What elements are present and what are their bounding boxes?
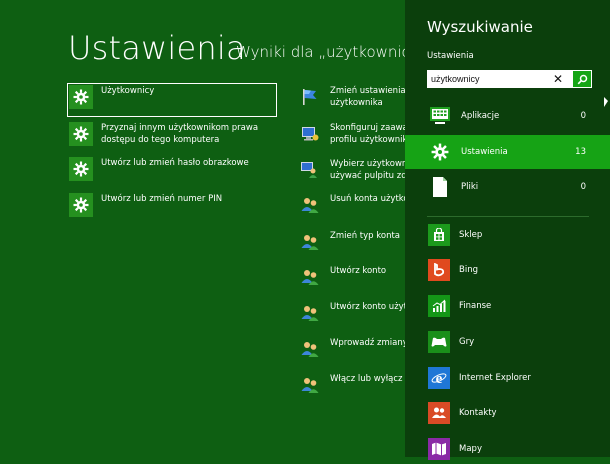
search-box: ✕ (427, 70, 592, 88)
gear-icon (69, 157, 93, 181)
results-area: Użytkownicy Przyznaj innym użytkownikom … (0, 80, 405, 457)
app-store[interactable]: Sklep (405, 220, 610, 250)
scope-count: 13 (575, 147, 586, 157)
contacts-icon (428, 402, 450, 424)
users-icon (298, 373, 322, 397)
result-label: Utwórz konto użytk (330, 302, 405, 312)
scope-count: 0 (580, 111, 586, 121)
bing-icon (428, 259, 450, 281)
search-button[interactable] (573, 71, 591, 87)
scope-label: Aplikacje (461, 111, 500, 121)
users-icon (298, 230, 322, 254)
users-icon (298, 301, 322, 325)
result-item-remove-accounts[interactable]: Usuń konta użytkow (298, 193, 405, 227)
page-title: Ustawienia (68, 29, 246, 67)
finance-icon (428, 295, 450, 317)
gear-icon (69, 122, 93, 146)
result-label: Wprowadź zmiany w (330, 338, 405, 348)
app-contacts[interactable]: Kontakty (405, 398, 610, 428)
scope-label: Ustawienia (461, 147, 508, 157)
result-item-remote-desktop[interactable]: Wybierz użytkownik używać pulpitu zdal (298, 158, 405, 192)
result-item-make-changes[interactable]: Wprowadź zmiany w (298, 337, 405, 371)
flag-icon (298, 85, 322, 109)
result-label: Zmień ustawienia fu użytkownika (330, 86, 405, 108)
scope-files[interactable]: Pliki 0 (405, 170, 610, 204)
app-label: Sklep (459, 230, 483, 240)
app-finance[interactable]: Finanse (405, 291, 610, 321)
result-item-grant-access[interactable]: Przyznaj innym użytkownikom prawa dostęp… (67, 120, 277, 154)
clear-search-button[interactable]: ✕ (549, 70, 567, 88)
app-label: Kontakty (459, 408, 497, 418)
search-scope-label: Ustawienia (427, 51, 474, 61)
svg-text:e: e (436, 371, 443, 386)
app-label: Bing (459, 265, 478, 275)
scope-apps[interactable]: Aplikacje 0 (405, 99, 610, 133)
computer-icon (298, 122, 322, 146)
result-label: Włącz lub wyłącz ko (330, 374, 405, 384)
app-label: Gry (459, 337, 475, 347)
search-pane: Wyszukiwanie Ustawienia ✕ Aplikacje 0 Us… (405, 0, 610, 460)
result-label: Wybierz użytkownik używać pulpitu zdal (330, 159, 405, 181)
app-games[interactable]: Gry (405, 327, 610, 357)
app-label: Finanse (459, 301, 492, 311)
users-icon (298, 193, 322, 217)
users-icon (298, 265, 322, 289)
result-label: Zmień typ konta (330, 231, 400, 241)
divider (427, 216, 589, 217)
apps-icon (428, 104, 452, 128)
users-icon (298, 337, 322, 361)
result-label: Skonfiguruj zaawans profilu użytkownika (330, 123, 405, 145)
store-icon (428, 224, 450, 246)
result-label: Utwórz konto (330, 266, 387, 276)
ie-icon: e (428, 367, 450, 389)
result-item-picture-password[interactable]: Utwórz lub zmień hasło obrazkowe (67, 155, 277, 189)
gear-icon (69, 85, 93, 109)
games-icon (428, 331, 450, 353)
app-label: Internet Explorer (459, 373, 531, 383)
search-pane-title: Wyszukiwanie (427, 18, 533, 36)
gear-icon (69, 193, 93, 217)
result-item-create-account[interactable]: Utwórz konto (298, 265, 405, 299)
scope-count: 0 (580, 182, 586, 192)
result-item-profile-advanced[interactable]: Skonfiguruj zaawans profilu użytkownika (298, 122, 405, 156)
app-maps[interactable]: Mapy (405, 434, 610, 464)
result-item-create-user-account[interactable]: Utwórz konto użytk (298, 301, 405, 335)
result-item-pin[interactable]: Utwórz lub zmień numer PIN (67, 191, 277, 225)
result-label: Utwórz lub zmień numer PIN (101, 194, 223, 204)
result-label: Usuń konta użytkow (330, 194, 405, 204)
results-subtitle: Wyniki dla „użytkownicy” (236, 43, 427, 61)
computer-users-icon (298, 158, 322, 182)
app-bing[interactable]: Bing (405, 255, 610, 285)
result-item-change-account-type[interactable]: Zmień typ konta (298, 230, 405, 264)
gear-icon (428, 140, 452, 164)
app-label: Mapy (459, 444, 482, 454)
search-input[interactable] (427, 71, 549, 87)
app-internet-explorer[interactable]: e Internet Explorer (405, 363, 610, 393)
result-label: Utwórz lub zmień hasło obrazkowe (101, 158, 249, 168)
mouse-cursor (604, 97, 608, 107)
result-item-users[interactable]: Użytkownicy (67, 83, 277, 117)
result-label: Przyznaj innym użytkownikom prawa dostęp… (101, 123, 259, 145)
scope-label: Pliki (461, 182, 479, 192)
scope-settings[interactable]: Ustawienia 13 (405, 135, 610, 169)
result-item-toggle-account[interactable]: Włącz lub wyłącz ko (298, 373, 405, 407)
result-item-user-settings[interactable]: Zmień ustawienia fu użytkownika (298, 85, 405, 119)
file-icon (428, 175, 452, 199)
search-icon (577, 70, 588, 89)
result-label: Użytkownicy (101, 86, 155, 96)
